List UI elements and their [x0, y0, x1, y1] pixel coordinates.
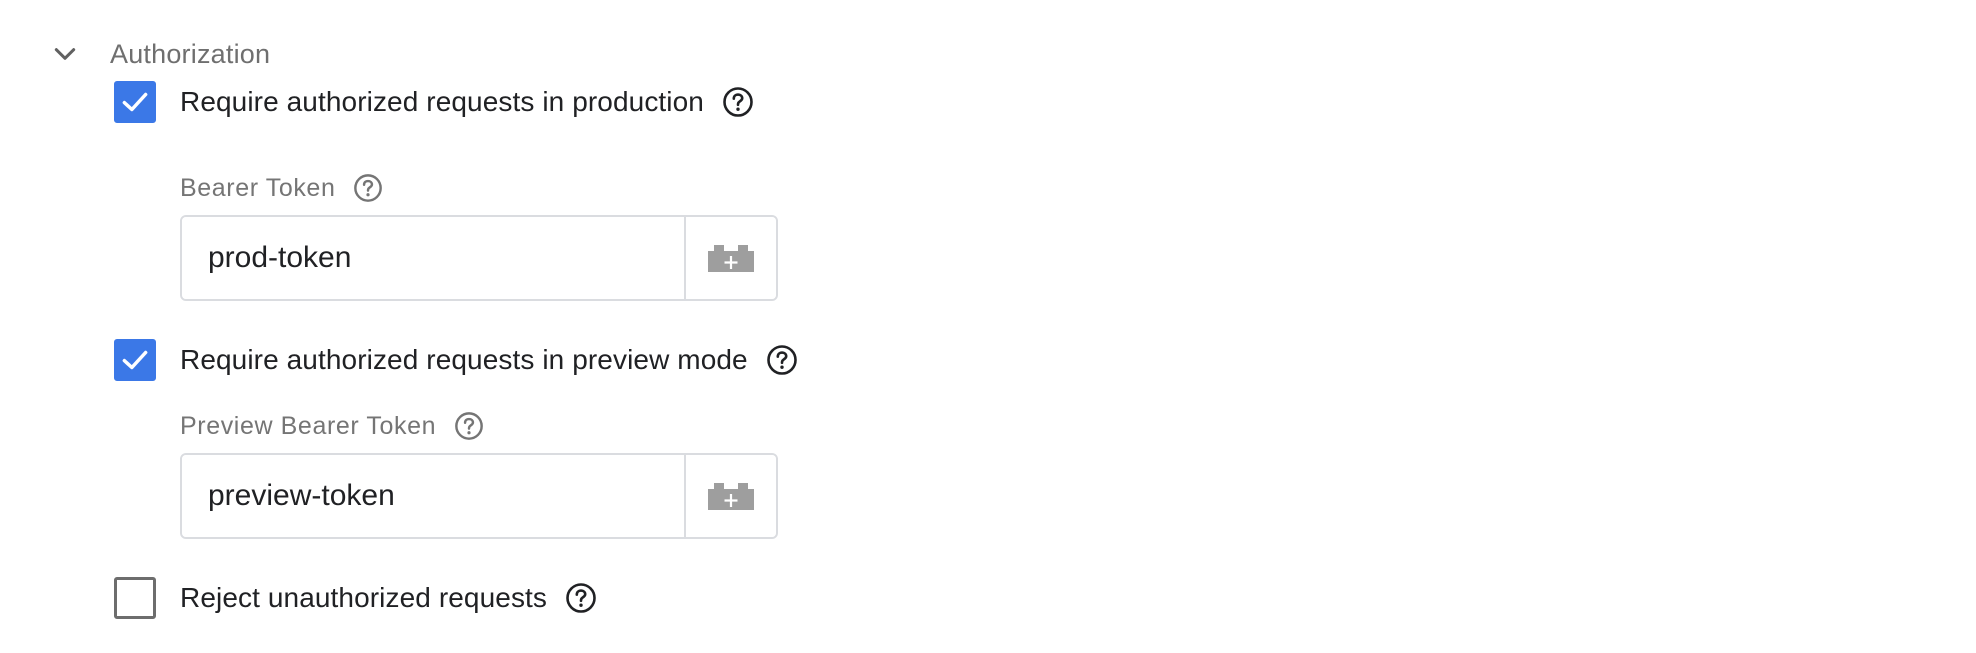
help-circle-icon[interactable]: [722, 86, 754, 118]
bearer-token-label-row: Bearer Token: [180, 168, 383, 208]
add-variable-brick-icon: [708, 245, 754, 272]
help-circle-icon[interactable]: [565, 582, 597, 614]
checkmark-icon: [122, 92, 148, 112]
preview-bearer-token-input[interactable]: [182, 455, 684, 537]
section-title: Authorization: [110, 38, 271, 69]
help-circle-icon[interactable]: [353, 173, 383, 203]
preview-bearer-token-label: Preview Bearer Token: [180, 411, 437, 440]
help-circle-icon[interactable]: [454, 411, 484, 441]
bearer-token-label: Bearer Token: [180, 173, 336, 202]
reject-unauthorized-checkbox[interactable]: [114, 577, 156, 619]
chevron-down-icon[interactable]: [50, 39, 80, 69]
preview-bearer-token-input-group: [180, 453, 778, 539]
bearer-token-input[interactable]: [182, 217, 684, 299]
authorization-panel: Authorization Require authorized request…: [0, 0, 1976, 653]
authorization-section-header[interactable]: Authorization: [50, 32, 270, 76]
require-production-checkbox[interactable]: [114, 81, 156, 123]
option-require-preview: Require authorized requests in preview m…: [114, 338, 798, 382]
bearer-token-variable-button[interactable]: [684, 217, 776, 299]
option-reject-unauthorized: Reject unauthorized requests: [114, 576, 597, 620]
require-preview-checkbox[interactable]: [114, 339, 156, 381]
option-require-production: Require authorized requests in productio…: [114, 80, 754, 124]
reject-unauthorized-label[interactable]: Reject unauthorized requests: [180, 582, 547, 614]
preview-bearer-token-variable-button[interactable]: [684, 455, 776, 537]
bearer-token-input-group: [180, 215, 778, 301]
require-production-label[interactable]: Require authorized requests in productio…: [180, 86, 704, 118]
checkmark-icon: [122, 350, 148, 370]
help-circle-icon[interactable]: [766, 344, 798, 376]
preview-bearer-token-label-row: Preview Bearer Token: [180, 406, 484, 446]
add-variable-brick-icon: [708, 483, 754, 510]
require-preview-label[interactable]: Require authorized requests in preview m…: [180, 344, 748, 376]
